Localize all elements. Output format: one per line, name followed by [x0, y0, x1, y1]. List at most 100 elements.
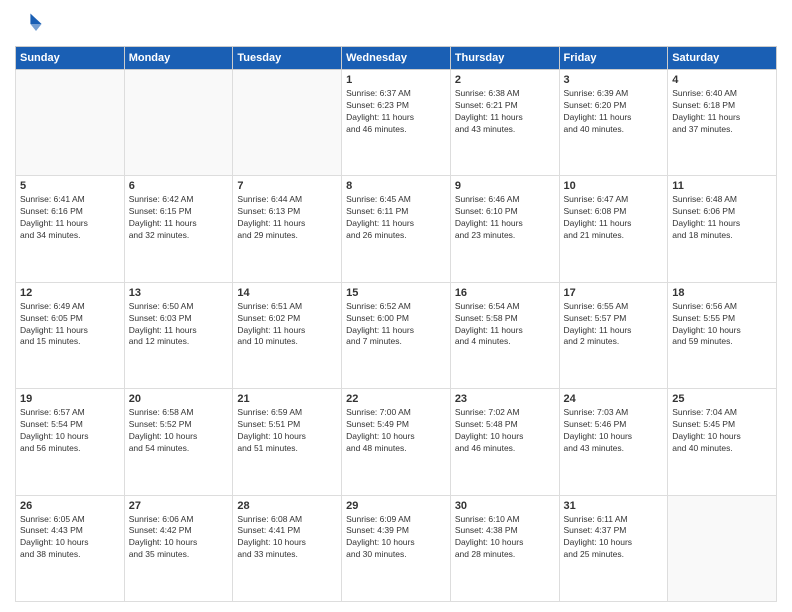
calendar-cell: 5 Sunrise: 6:41 AM Sunset: 6:16 PM Daylig…	[16, 176, 125, 282]
day-number: 14	[237, 287, 337, 299]
day-info: Sunrise: 6:11 AM Sunset: 4:37 PM Dayligh…	[564, 514, 664, 562]
day-number: 23	[455, 393, 555, 405]
calendar-cell: 17 Sunrise: 6:55 AM Sunset: 5:57 PM Dayli…	[559, 282, 668, 388]
day-info: Sunrise: 6:51 AM Sunset: 6:02 PM Dayligh…	[237, 301, 337, 349]
day-info: Sunrise: 6:05 AM Sunset: 4:43 PM Dayligh…	[20, 514, 120, 562]
day-info: Sunrise: 7:00 AM Sunset: 5:49 PM Dayligh…	[346, 407, 446, 455]
calendar-week-1: 1 Sunrise: 6:37 AM Sunset: 6:23 PM Daylig…	[16, 70, 777, 176]
day-number: 30	[455, 500, 555, 512]
day-info: Sunrise: 6:08 AM Sunset: 4:41 PM Dayligh…	[237, 514, 337, 562]
calendar-cell: 3 Sunrise: 6:39 AM Sunset: 6:20 PM Daylig…	[559, 70, 668, 176]
day-number: 20	[129, 393, 229, 405]
day-info: Sunrise: 6:47 AM Sunset: 6:08 PM Dayligh…	[564, 194, 664, 242]
day-number: 15	[346, 287, 446, 299]
day-info: Sunrise: 6:10 AM Sunset: 4:38 PM Dayligh…	[455, 514, 555, 562]
day-number: 22	[346, 393, 446, 405]
day-number: 16	[455, 287, 555, 299]
calendar-cell: 12 Sunrise: 6:49 AM Sunset: 6:05 PM Dayli…	[16, 282, 125, 388]
calendar-cell: 2 Sunrise: 6:38 AM Sunset: 6:21 PM Daylig…	[450, 70, 559, 176]
col-sunday: Sunday	[16, 47, 125, 70]
day-number: 10	[564, 180, 664, 192]
calendar-cell	[668, 495, 777, 601]
logo-icon	[15, 10, 43, 38]
calendar-cell: 20Sunrise: 6:58 AM Sunset: 5:52 PM Dayli…	[124, 389, 233, 495]
day-number: 24	[564, 393, 664, 405]
day-info: Sunrise: 6:52 AM Sunset: 6:00 PM Dayligh…	[346, 301, 446, 349]
calendar-cell	[16, 70, 125, 176]
day-info: Sunrise: 6:42 AM Sunset: 6:15 PM Dayligh…	[129, 194, 229, 242]
day-info: Sunrise: 6:09 AM Sunset: 4:39 PM Dayligh…	[346, 514, 446, 562]
calendar-cell: 6 Sunrise: 6:42 AM Sunset: 6:15 PM Daylig…	[124, 176, 233, 282]
day-info: Sunrise: 7:03 AM Sunset: 5:46 PM Dayligh…	[564, 407, 664, 455]
logo	[15, 10, 47, 38]
day-info: Sunrise: 6:37 AM Sunset: 6:23 PM Dayligh…	[346, 88, 446, 136]
calendar-cell: 9 Sunrise: 6:46 AM Sunset: 6:10 PM Daylig…	[450, 176, 559, 282]
day-info: Sunrise: 6:50 AM Sunset: 6:03 PM Dayligh…	[129, 301, 229, 349]
col-saturday: Saturday	[668, 47, 777, 70]
day-number: 12	[20, 287, 120, 299]
day-info: Sunrise: 7:02 AM Sunset: 5:48 PM Dayligh…	[455, 407, 555, 455]
day-number: 13	[129, 287, 229, 299]
col-friday: Friday	[559, 47, 668, 70]
calendar-cell: 29 Sunrise: 6:09 AM Sunset: 4:39 PM Dayli…	[342, 495, 451, 601]
col-wednesday: Wednesday	[342, 47, 451, 70]
day-number: 27	[129, 500, 229, 512]
day-info: Sunrise: 6:38 AM Sunset: 6:21 PM Dayligh…	[455, 88, 555, 136]
day-number: 1	[346, 74, 446, 86]
calendar-cell: 1 Sunrise: 6:37 AM Sunset: 6:23 PM Daylig…	[342, 70, 451, 176]
day-number: 3	[564, 74, 664, 86]
day-info: Sunrise: 6:56 AM Sunset: 5:55 PM Dayligh…	[672, 301, 772, 349]
col-thursday: Thursday	[450, 47, 559, 70]
calendar-cell: 26Sunrise: 6:05 AM Sunset: 4:43 PM Dayli…	[16, 495, 125, 601]
day-info: Sunrise: 6:45 AM Sunset: 6:11 PM Dayligh…	[346, 194, 446, 242]
day-number: 31	[564, 500, 664, 512]
day-info: Sunrise: 6:48 AM Sunset: 6:06 PM Dayligh…	[672, 194, 772, 242]
day-info: Sunrise: 6:59 AM Sunset: 5:51 PM Dayligh…	[237, 407, 337, 455]
day-number: 11	[672, 180, 772, 192]
calendar-cell: 15 Sunrise: 6:52 AM Sunset: 6:00 PM Dayli…	[342, 282, 451, 388]
day-info: Sunrise: 6:41 AM Sunset: 6:16 PM Dayligh…	[20, 194, 120, 242]
page: Sunday Monday Tuesday Wednesday Thursday…	[0, 0, 792, 612]
calendar-cell: 25 Sunrise: 7:04 AM Sunset: 5:45 PM Dayli…	[668, 389, 777, 495]
calendar-week-2: 5 Sunrise: 6:41 AM Sunset: 6:16 PM Daylig…	[16, 176, 777, 282]
calendar-cell: 10 Sunrise: 6:47 AM Sunset: 6:08 PM Dayli…	[559, 176, 668, 282]
calendar-cell: 28 Sunrise: 6:08 AM Sunset: 4:41 PM Dayli…	[233, 495, 342, 601]
day-number: 17	[564, 287, 664, 299]
calendar-cell: 27 Sunrise: 6:06 AM Sunset: 4:42 PM Dayli…	[124, 495, 233, 601]
calendar-cell: 21 Sunrise: 6:59 AM Sunset: 5:51 PM Dayli…	[233, 389, 342, 495]
calendar-cell: 23 Sunrise: 7:02 AM Sunset: 5:48 PM Dayli…	[450, 389, 559, 495]
calendar-cell	[124, 70, 233, 176]
col-monday: Monday	[124, 47, 233, 70]
calendar-cell: 4Sunrise: 6:40 AM Sunset: 6:18 PM Daylig…	[668, 70, 777, 176]
day-info: Sunrise: 6:46 AM Sunset: 6:10 PM Dayligh…	[455, 194, 555, 242]
day-number: 4	[672, 74, 772, 86]
calendar-week-4: 19Sunrise: 6:57 AM Sunset: 5:54 PM Dayli…	[16, 389, 777, 495]
calendar-table: Sunday Monday Tuesday Wednesday Thursday…	[15, 46, 777, 602]
header	[15, 10, 777, 38]
calendar-cell: 16 Sunrise: 6:54 AM Sunset: 5:58 PM Dayli…	[450, 282, 559, 388]
day-number: 29	[346, 500, 446, 512]
day-number: 6	[129, 180, 229, 192]
day-number: 2	[455, 74, 555, 86]
day-number: 9	[455, 180, 555, 192]
day-number: 19	[20, 393, 120, 405]
calendar-cell: 7Sunrise: 6:44 AM Sunset: 6:13 PM Daylig…	[233, 176, 342, 282]
day-number: 25	[672, 393, 772, 405]
day-number: 28	[237, 500, 337, 512]
day-info: Sunrise: 7:04 AM Sunset: 5:45 PM Dayligh…	[672, 407, 772, 455]
day-info: Sunrise: 6:55 AM Sunset: 5:57 PM Dayligh…	[564, 301, 664, 349]
day-info: Sunrise: 6:49 AM Sunset: 6:05 PM Dayligh…	[20, 301, 120, 349]
calendar-week-3: 12 Sunrise: 6:49 AM Sunset: 6:05 PM Dayli…	[16, 282, 777, 388]
day-number: 21	[237, 393, 337, 405]
day-info: Sunrise: 6:54 AM Sunset: 5:58 PM Dayligh…	[455, 301, 555, 349]
col-tuesday: Tuesday	[233, 47, 342, 70]
day-info: Sunrise: 6:44 AM Sunset: 6:13 PM Dayligh…	[237, 194, 337, 242]
day-number: 18	[672, 287, 772, 299]
day-number: 8	[346, 180, 446, 192]
day-info: Sunrise: 6:39 AM Sunset: 6:20 PM Dayligh…	[564, 88, 664, 136]
day-number: 5	[20, 180, 120, 192]
day-info: Sunrise: 6:06 AM Sunset: 4:42 PM Dayligh…	[129, 514, 229, 562]
calendar-cell: 18 Sunrise: 6:56 AM Sunset: 5:55 PM Dayli…	[668, 282, 777, 388]
calendar-week-5: 26Sunrise: 6:05 AM Sunset: 4:43 PM Dayli…	[16, 495, 777, 601]
calendar-cell: 22 Sunrise: 7:00 AM Sunset: 5:49 PM Dayli…	[342, 389, 451, 495]
